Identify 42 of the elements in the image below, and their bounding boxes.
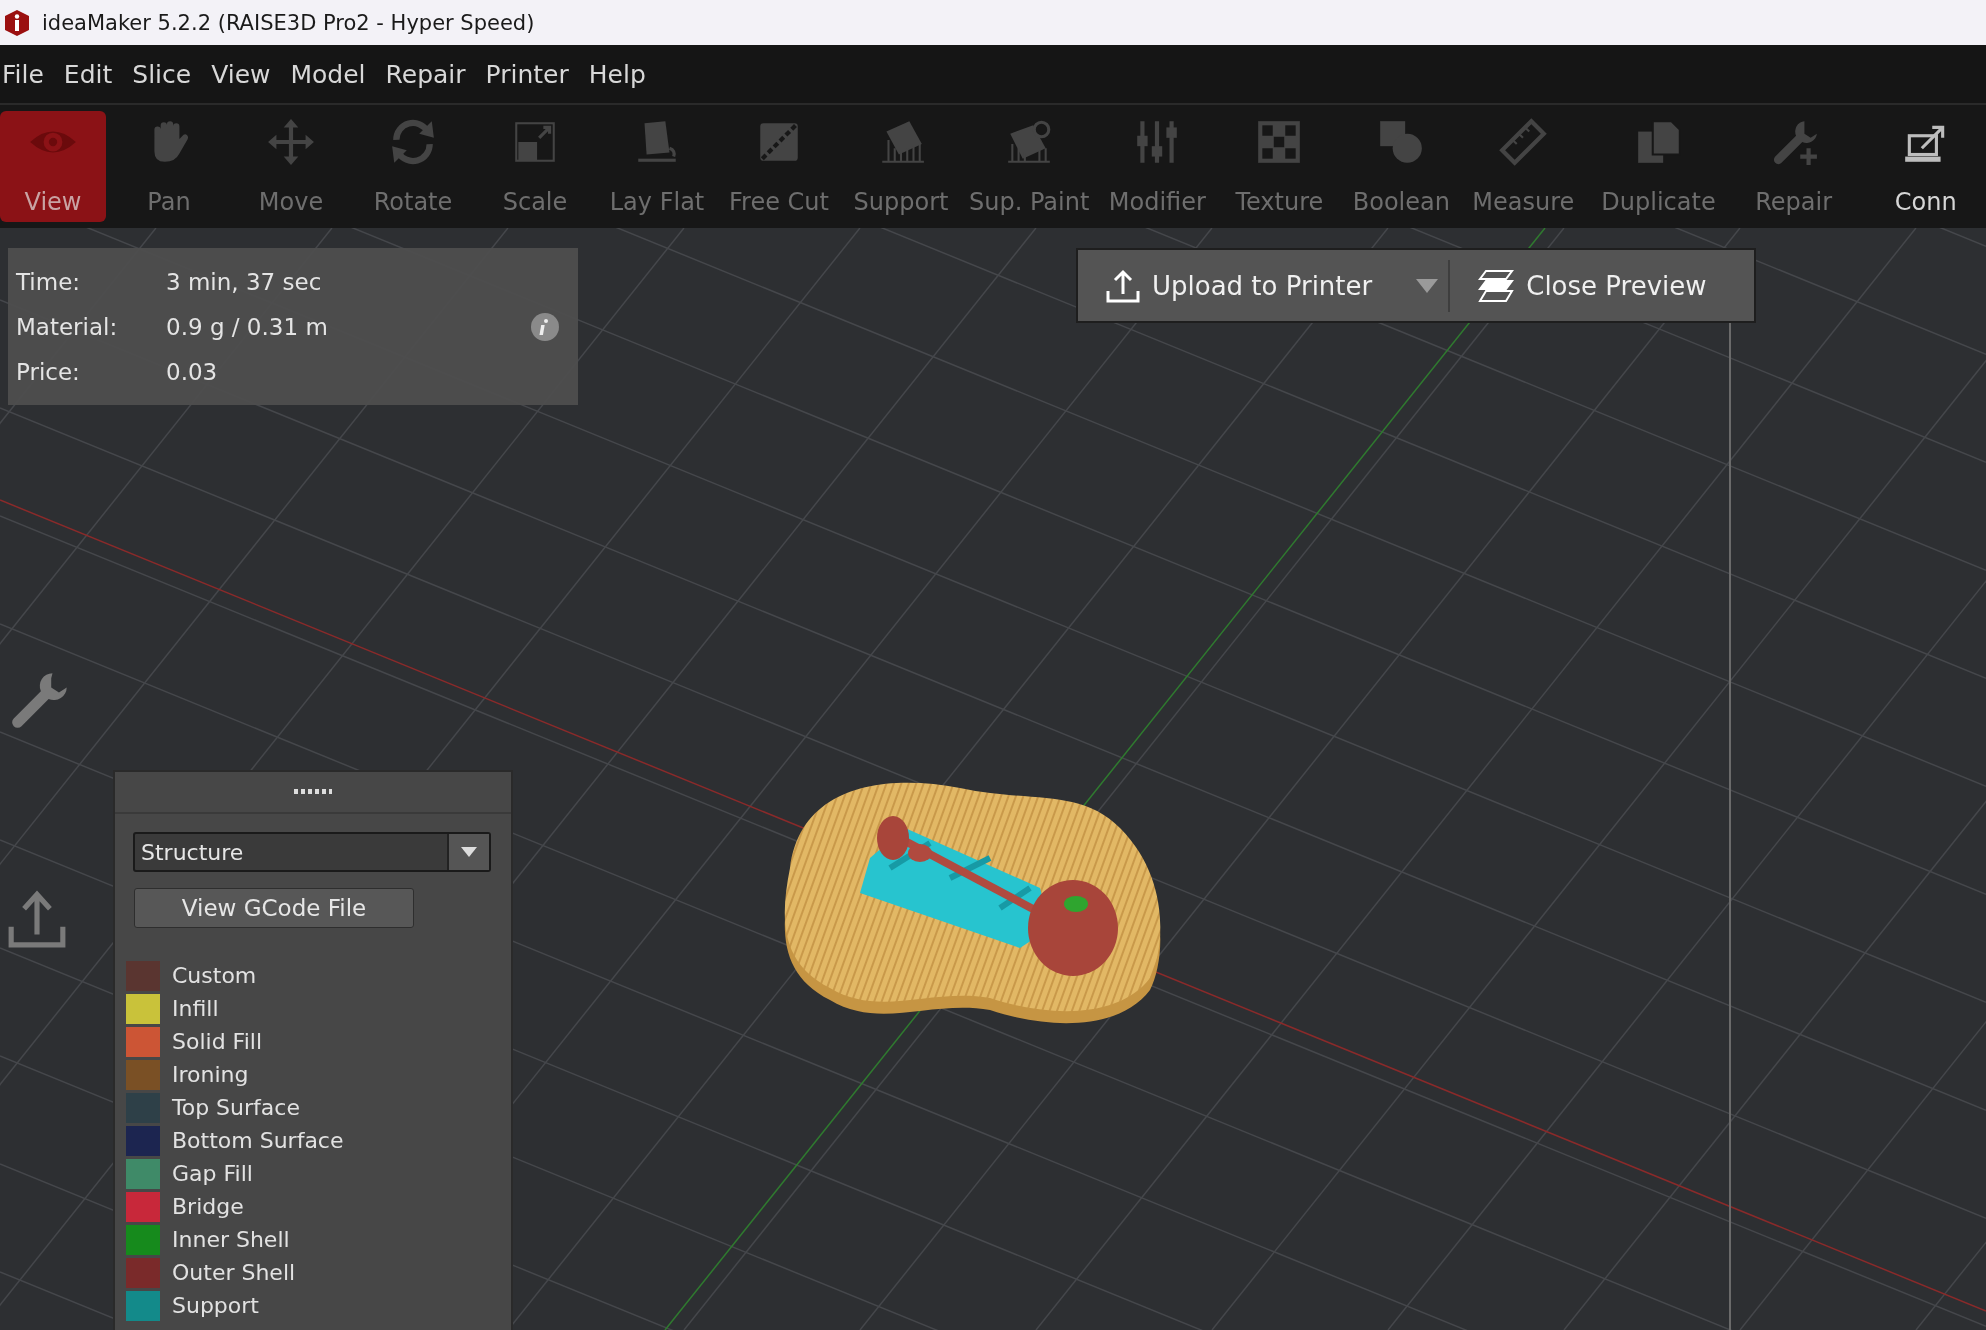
- dropdown-caret-icon[interactable]: [1416, 278, 1439, 293]
- move-arrows-icon: [266, 117, 316, 167]
- summary-label: Time:: [16, 268, 82, 295]
- legend-label: Outer Shell: [172, 1260, 296, 1285]
- upload-icon[interactable]: [6, 888, 68, 950]
- legend-label: Bridge: [172, 1194, 244, 1219]
- menu-item[interactable]: View: [209, 59, 279, 89]
- summary-label: Material:: [16, 313, 119, 340]
- legend-label: Top Surface: [172, 1095, 300, 1120]
- legend-label: Support: [172, 1293, 259, 1318]
- legend-label: Gap Fill: [172, 1161, 253, 1186]
- legend-label: Infill: [172, 996, 219, 1021]
- legend-label: Bottom Surface: [172, 1128, 344, 1153]
- tool-button[interactable]: View: [0, 111, 106, 222]
- summary-value: 3 min, 37 sec: [166, 268, 323, 295]
- menu-item[interactable]: File: [0, 59, 52, 89]
- menu-item[interactable]: Model: [288, 59, 374, 89]
- legend-label: Inner Shell: [172, 1227, 290, 1252]
- menu-item[interactable]: Printer: [483, 59, 577, 89]
- menu-item[interactable]: Slice: [130, 59, 200, 89]
- legend-label: Custom: [172, 963, 257, 988]
- summary-label: Price:: [16, 358, 81, 385]
- view-gcode-button[interactable]: View GCode File: [134, 888, 414, 928]
- info-icon[interactable]: [530, 311, 560, 342]
- menu-item[interactable]: Help: [586, 59, 654, 89]
- window-title: ideaMaker 5.2.2 (RAISE3D Pro2 - Hyper Speed): [42, 10, 535, 35]
- menu-item[interactable]: Repair: [383, 59, 474, 89]
- menu-item[interactable]: Edit: [61, 59, 121, 89]
- layers-icon: [1478, 268, 1515, 303]
- upload-button[interactable]: Upload to Printer: [1078, 250, 1387, 321]
- close-preview-button[interactable]: Close Preview: [1450, 250, 1721, 321]
- legend-label: Ironing: [172, 1062, 249, 1087]
- summary-value: 0.9 g / 0.31 m: [166, 313, 329, 340]
- summary-value: 0.03: [166, 358, 219, 385]
- view-mode-dropdown[interactable]: Structure: [133, 832, 491, 872]
- caret-icon: [461, 847, 477, 857]
- drag-handle-icon[interactable]: [294, 789, 332, 795]
- ruler-icon: [1498, 117, 1549, 167]
- legend-label: Solid Fill: [172, 1029, 262, 1054]
- tool-button[interactable]: Conn: [1866, 111, 1985, 222]
- app-logo-icon: [4, 8, 30, 37]
- upload-icon: [1106, 268, 1140, 303]
